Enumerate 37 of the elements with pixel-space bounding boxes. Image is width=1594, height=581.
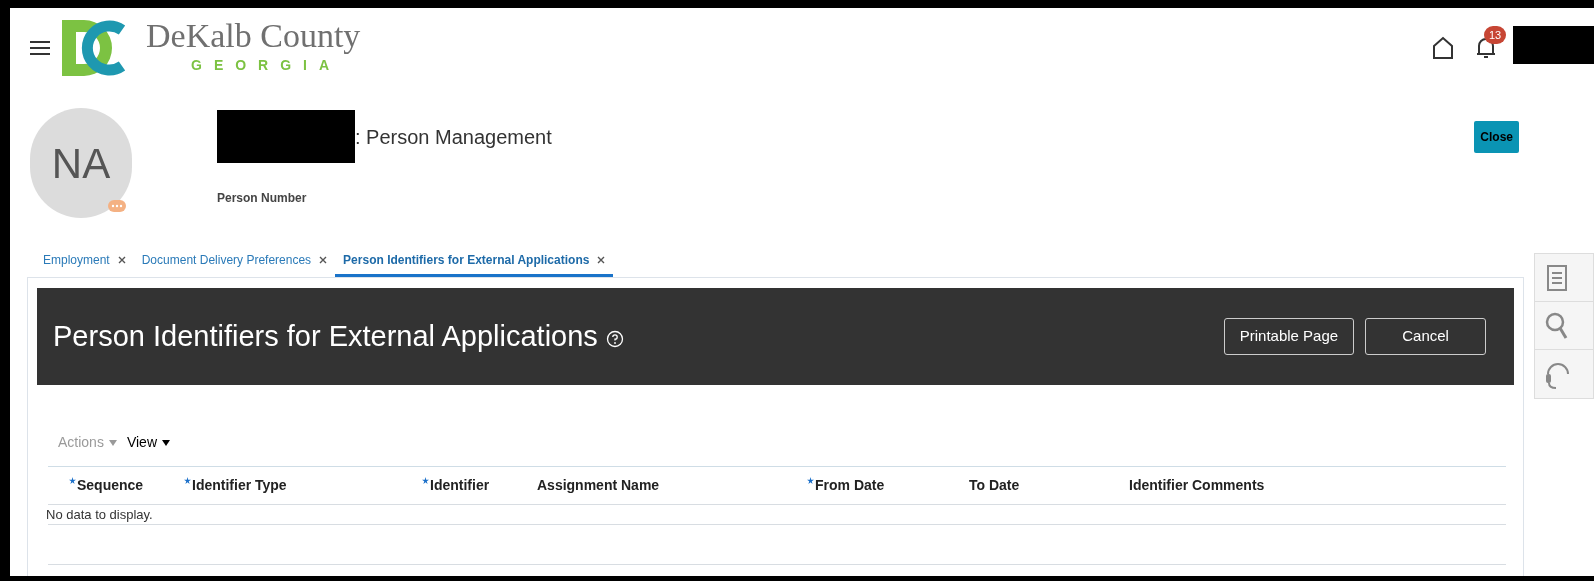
person-number-label: Person Number [217,190,308,207]
header-button[interactable]: Printable Page [1223,318,1355,355]
header-button[interactable]: Cancel [1365,318,1487,355]
column-header[interactable]: Sequence [69,475,184,496]
page-heading: : Person Management [355,124,552,150]
required-icon [184,477,191,484]
document-icon[interactable] [1547,264,1568,291]
page-title: Person Identifiers for External Applications [53,318,598,354]
column-header[interactable]: Identifier Type [184,475,422,496]
toolbar-menu[interactable]: View [126,432,170,453]
tab[interactable]: Person Identifiers for External Applications [335,245,614,277]
notification-badge: 13 [1484,26,1507,44]
column-header[interactable]: Identifier [422,475,537,496]
avatar: NA [30,108,132,218]
caret-icon [108,439,117,446]
close-icon[interactable] [319,255,328,264]
caret-icon [162,439,170,446]
help-icon[interactable] [605,329,624,348]
logo-subtitle: GEORGIA [191,55,343,75]
required-icon [422,477,429,484]
search-icon[interactable] [1545,311,1570,340]
logo-text: DeKalb County [146,16,361,55]
close-button[interactable]: Close [1474,121,1519,153]
logo-icon [62,18,128,78]
tab[interactable]: Document Delivery Preferences [133,245,336,277]
empty-message: No data to display. [46,505,153,524]
column-header[interactable]: To Date [969,475,1129,496]
home-icon[interactable] [1431,36,1455,60]
column-header[interactable]: Identifier Comments [1129,475,1429,496]
required-icon [69,477,76,484]
tab[interactable]: Employment [35,245,134,277]
menu-icon[interactable] [30,40,50,56]
close-icon[interactable] [597,255,606,264]
required-icon [807,477,814,484]
column-header[interactable]: Assignment Name [537,475,807,496]
column-header[interactable]: From Date [807,475,969,496]
close-icon[interactable] [117,255,126,264]
